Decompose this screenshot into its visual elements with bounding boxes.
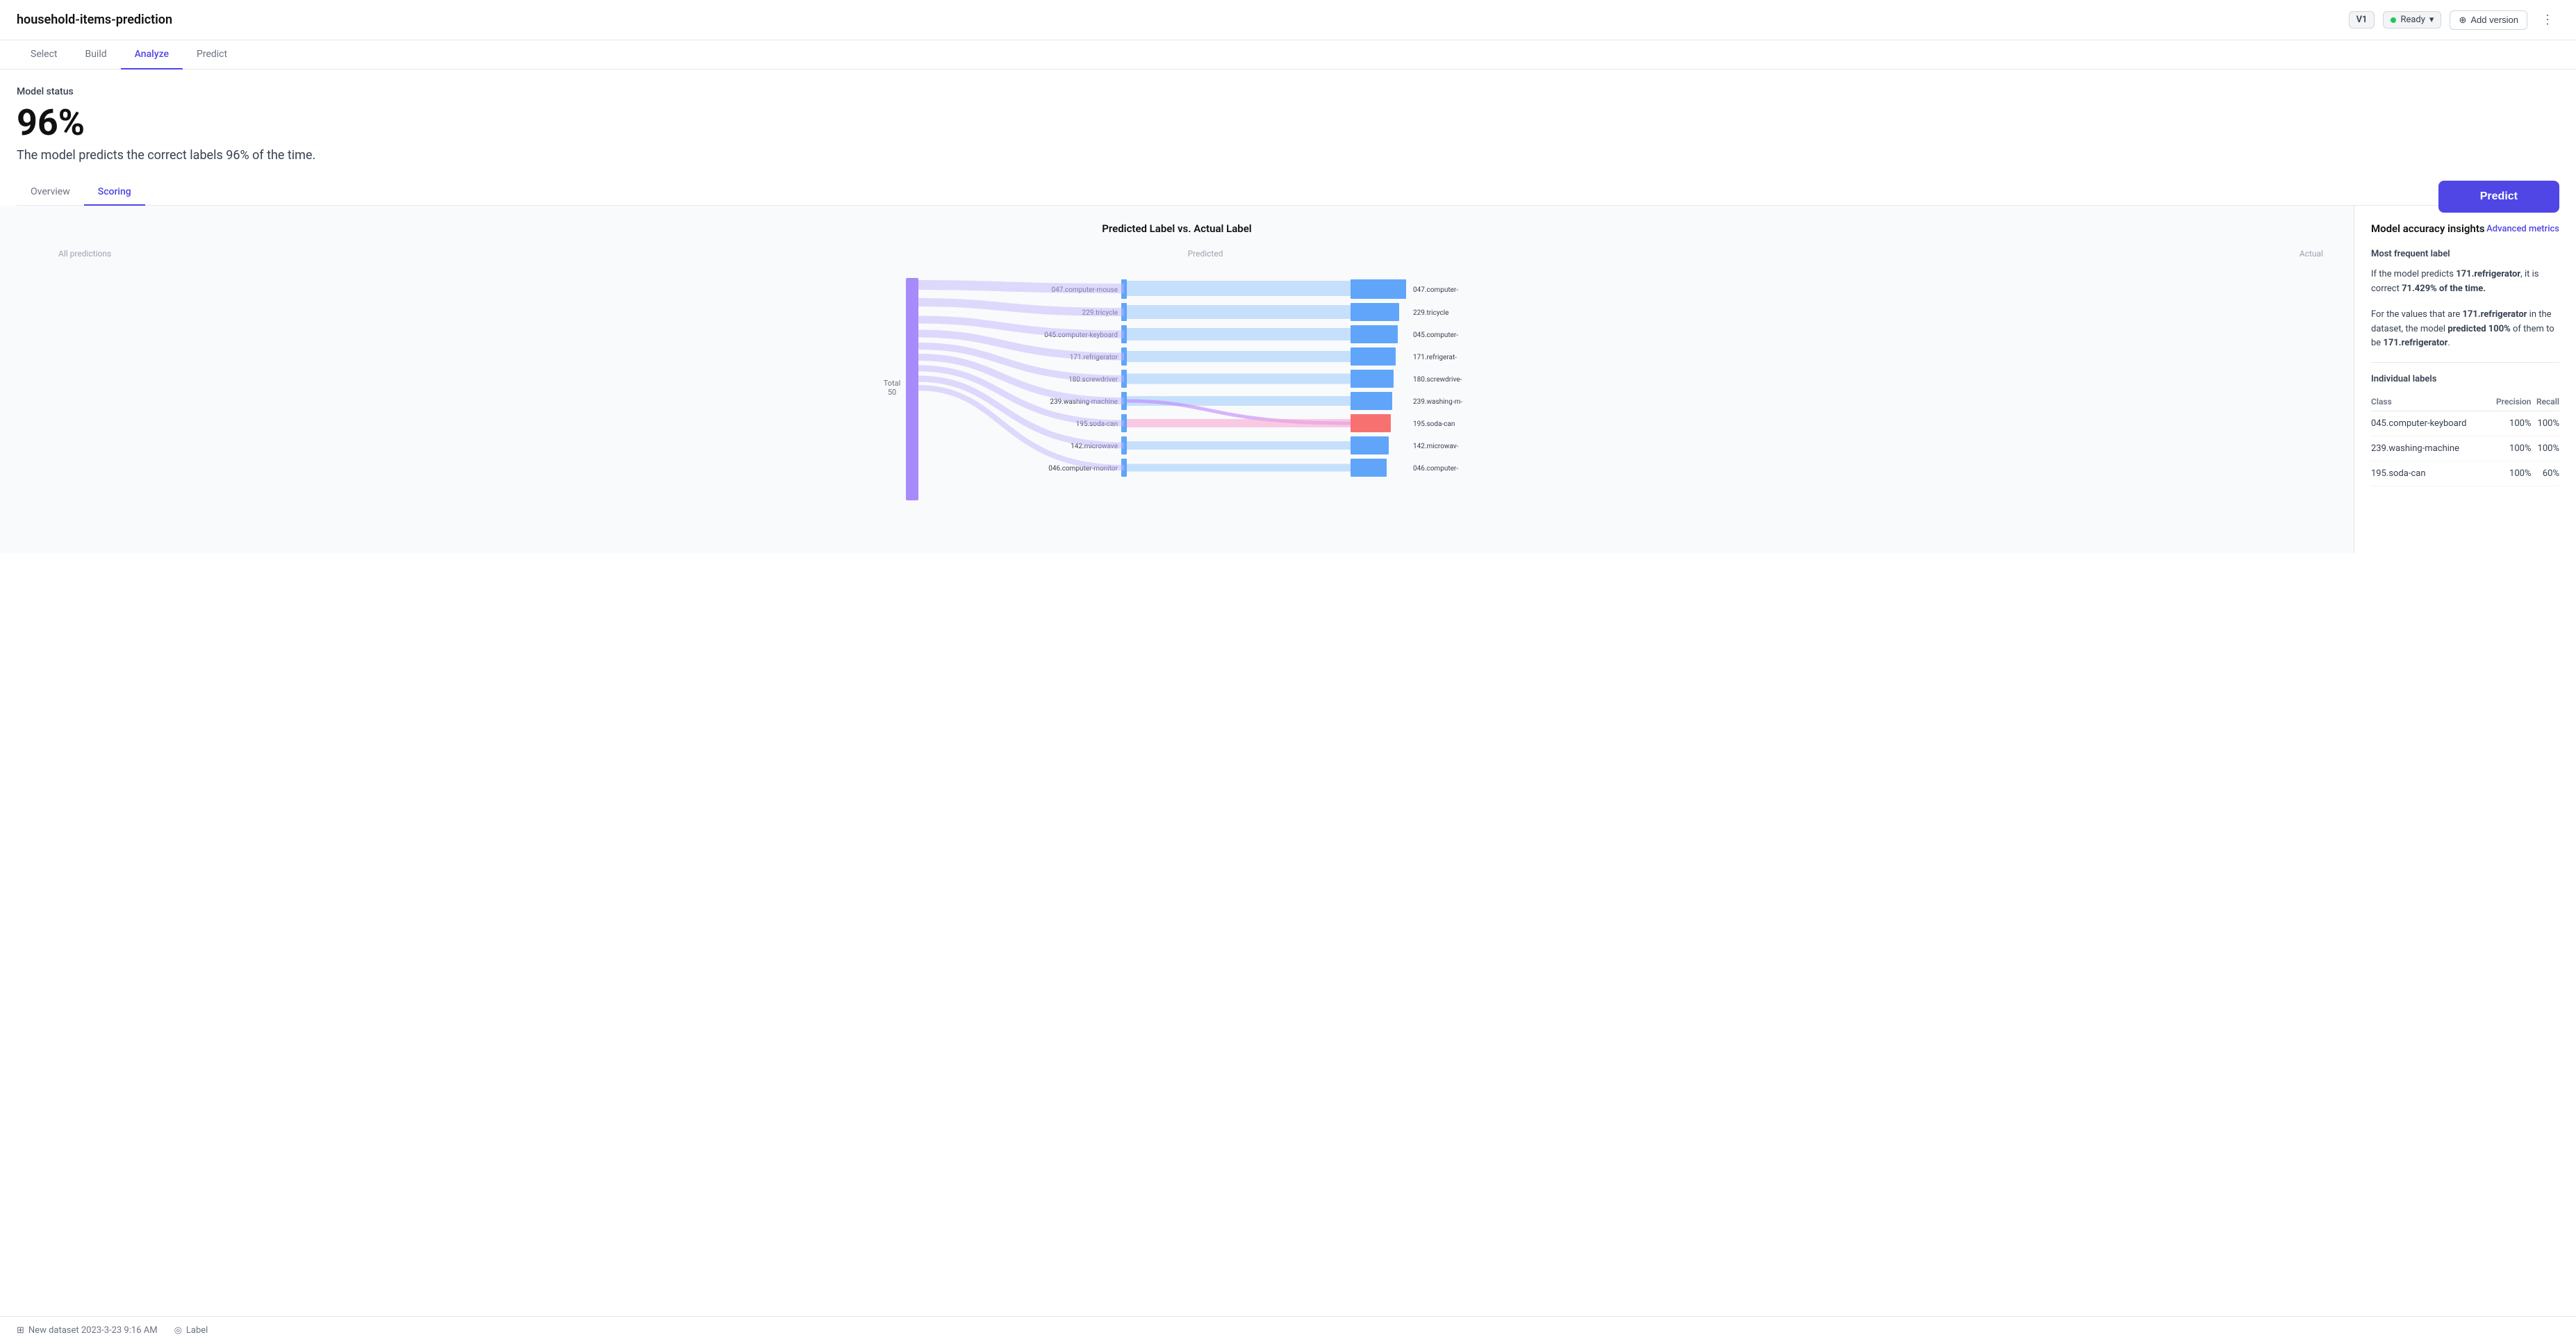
app-title: household-items-prediction	[17, 13, 172, 27]
col-actual: Actual	[2300, 249, 2323, 259]
sub-tabs: Overview Scoring	[17, 179, 2559, 206]
metrics-header-row: Class Precision Recall	[2371, 393, 2559, 411]
sankey-svg: Total 50 047.computer-mouse 047.computer…	[17, 264, 2337, 528]
advanced-metrics-link[interactable]: Advanced metrics	[2486, 224, 2559, 234]
class-cell: 239.washing-machine	[2371, 436, 2488, 461]
col-predicted: Predicted	[1188, 249, 1223, 259]
insight-bold-2: 171.refrigerator	[2463, 309, 2527, 320]
tab-select[interactable]: Select	[17, 40, 71, 69]
add-version-button[interactable]: ⊕ Add version	[2450, 10, 2527, 30]
status-dot-icon	[2391, 17, 2396, 23]
more-options-button[interactable]: ⋮	[2536, 10, 2559, 30]
class-cell: 195.soda-can	[2371, 461, 2488, 486]
tab-build[interactable]: Build	[71, 40, 120, 69]
model-status-label: Model status	[17, 86, 2559, 97]
recall-cell: 60%	[2531, 461, 2559, 486]
table-row: 045.computer-keyboard 100% 100%	[2371, 411, 2559, 436]
col-recall: Recall	[2531, 393, 2559, 411]
sub-tab-scoring[interactable]: Scoring	[84, 179, 145, 206]
table-row: 239.washing-machine 100% 100%	[2371, 436, 2559, 461]
insight-bold-1: 171.refrigerator	[2456, 269, 2520, 279]
metrics-table: Class Precision Recall 045.computer-keyb…	[2371, 393, 2559, 486]
label-icon: ◎	[174, 1325, 182, 1336]
label-value: Label	[186, 1325, 208, 1336]
tab-predict[interactable]: Predict	[183, 40, 241, 69]
insight-bold-3: 171.refrigerator	[2383, 338, 2447, 348]
tab-analyze[interactable]: Analyze	[121, 40, 183, 69]
svg-text:046.computer-: 046.computer-	[1413, 465, 1458, 473]
footer: ⊞ New dataset 2023-3-23 9:16 AM ◎ Label	[0, 1316, 2576, 1344]
metrics-table-body: 045.computer-keyboard 100% 100% 239.wash…	[2371, 411, 2559, 486]
insight-text-1: If the model predicts 171.refrigerator, …	[2371, 268, 2559, 297]
chart-column-headers: All predictions Predicted Actual	[17, 249, 2337, 259]
col-class: Class	[2371, 393, 2488, 411]
insight-bold-pct-2: predicted 100%	[2447, 324, 2510, 334]
svg-text:229.tricycle: 229.tricycle	[1413, 309, 1448, 317]
insights-panel: Model accuracy insights Advanced metrics…	[2354, 206, 2576, 553]
status-label: Ready	[2400, 15, 2425, 25]
svg-text:142.microwav-: 142.microwav-	[1413, 443, 1459, 450]
svg-text:50: 50	[888, 388, 896, 397]
precision-cell: 100%	[2488, 411, 2532, 436]
version-badge[interactable]: V1	[2349, 11, 2375, 28]
nav-tabs: Select Build Analyze Predict	[0, 40, 2576, 69]
plus-icon: ⊕	[2459, 15, 2466, 26]
col-precision: Precision	[2488, 393, 2532, 411]
insight-text-2: For the values that are 171.refrigerator…	[2371, 308, 2559, 351]
accuracy-percentage: 96%	[17, 103, 2559, 142]
col-all: All predictions	[58, 249, 111, 259]
most-frequent-label-heading: Most frequent label	[2371, 249, 2559, 259]
metrics-table-header: Class Precision Recall	[2371, 393, 2559, 411]
content-area: Predicted Label vs. Actual Label All pre…	[0, 206, 2576, 553]
insights-title: Model accuracy insights	[2371, 222, 2485, 235]
chart-title: Predicted Label vs. Actual Label	[17, 222, 2337, 235]
svg-text:195.soda-can: 195.soda-can	[1413, 420, 1455, 428]
svg-text:045.computer-: 045.computer-	[1413, 331, 1458, 339]
footer-dataset: ⊞ New dataset 2023-3-23 9:16 AM	[17, 1325, 158, 1336]
svg-text:171.refrigerat-: 171.refrigerat-	[1413, 353, 1457, 361]
accuracy-description: The model predicts the correct labels 96…	[17, 148, 2559, 163]
chevron-down-icon: ▾	[2429, 15, 2434, 25]
sub-tab-overview[interactable]: Overview	[17, 179, 84, 206]
app-header: household-items-prediction V1 Ready ▾ ⊕ …	[0, 0, 2576, 40]
dataset-label: New dataset 2023-3-23 9:16 AM	[28, 1325, 158, 1336]
svg-text:239.washing-m-: 239.washing-m-	[1413, 398, 1462, 406]
insights-header: Model accuracy insights Advanced metrics	[2371, 222, 2559, 235]
chart-area: Predicted Label vs. Actual Label All pre…	[0, 206, 2354, 553]
dataset-icon: ⊞	[17, 1325, 24, 1336]
recall-cell: 100%	[2531, 411, 2559, 436]
insight-pct-1: 71.429% of the time.	[2402, 284, 2486, 294]
sankey-chart: Total 50 047.computer-mouse 047.computer…	[17, 264, 2337, 500]
class-cell: 045.computer-keyboard	[2371, 411, 2488, 436]
precision-cell: 100%	[2488, 461, 2532, 486]
table-row: 195.soda-can 100% 60%	[2371, 461, 2559, 486]
svg-text:180.screwdrive-: 180.screwdrive-	[1413, 376, 1462, 384]
divider	[2371, 362, 2559, 363]
svg-text:047.computer-: 047.computer-	[1413, 286, 1458, 294]
svg-text:Total: Total	[884, 379, 901, 388]
status-badge[interactable]: Ready ▾	[2383, 11, 2441, 28]
top-section: Model status 96% The model predicts the …	[0, 69, 2576, 206]
individual-labels-heading: Individual labels	[2371, 374, 2559, 384]
model-status-section: Model status 96% The model predicts the …	[17, 86, 2559, 163]
precision-cell: 100%	[2488, 436, 2532, 461]
footer-label: ◎ Label	[174, 1325, 208, 1336]
predict-button-main[interactable]: Predict	[2438, 181, 2559, 213]
recall-cell: 100%	[2531, 436, 2559, 461]
header-right: V1 Ready ▾ ⊕ Add version ⋮	[2349, 10, 2559, 30]
